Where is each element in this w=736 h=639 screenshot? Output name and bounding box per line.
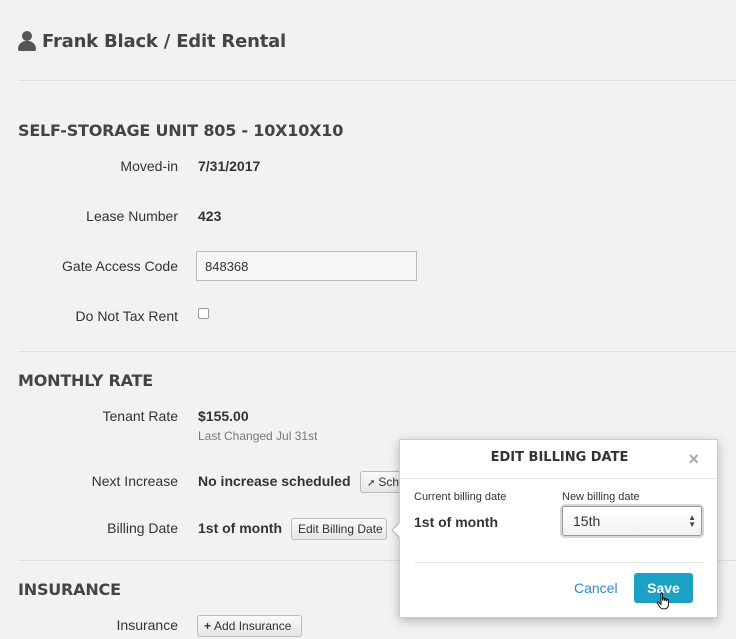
current-billing-date-value: 1st of month (414, 514, 498, 530)
popover-divider (400, 478, 717, 479)
divider (18, 351, 736, 352)
hand-cursor-icon (656, 592, 669, 610)
page-title: Frank Black / Edit Rental (42, 30, 287, 52)
new-billing-date-select[interactable]: 15th ▲ ▼ (562, 506, 702, 536)
do-not-tax-checkbox[interactable] (198, 308, 209, 319)
lease-number-label: Lease Number (86, 208, 178, 224)
popover-title: EDIT BILLING DATE (490, 450, 629, 465)
monthly-rate-section-title: MONTHLY RATE (18, 371, 153, 390)
popover-divider (414, 562, 703, 563)
tenant-rate-label: Tenant Rate (102, 408, 179, 424)
lease-number-value: 423 (198, 208, 222, 224)
new-billing-date-label: New billing date (562, 491, 640, 503)
do-not-tax-label: Do Not Tax Rent (75, 308, 178, 324)
gate-access-label: Gate Access Code (62, 258, 178, 274)
insurance-section-title: INSURANCE (18, 580, 121, 599)
user-icon (18, 31, 36, 51)
select-arrows-icon: ▲ ▼ (688, 513, 696, 529)
tenant-rate-value: $155.00 (198, 408, 249, 424)
popover-arrow-inner (393, 522, 401, 538)
edit-billing-date-button[interactable]: Edit Billing Date (291, 518, 387, 540)
next-increase-value: No increase scheduled (198, 473, 351, 489)
page-header: Frank Black / Edit Rental (18, 28, 286, 54)
cancel-link[interactable]: Cancel (574, 580, 618, 596)
divider (18, 80, 736, 81)
tenant-rate-last-changed: Last Changed Jul 31st (198, 429, 318, 443)
schedule-increase-button[interactable]: ➚ Sch (360, 471, 402, 493)
close-icon[interactable]: × (688, 450, 699, 468)
add-insurance-button[interactable]: + Add Insurance (197, 615, 302, 637)
insurance-label: Insurance (116, 617, 178, 633)
gate-access-code-input[interactable] (196, 251, 417, 281)
unit-section-title: SELF-STORAGE UNIT 805 - 10X10X10 (18, 121, 344, 140)
moved-in-value: 7/31/2017 (198, 158, 261, 174)
billing-date-label: Billing Date (107, 520, 178, 536)
trend-up-icon: ➚ (367, 478, 376, 489)
billing-date-value: 1st of month (198, 520, 282, 536)
moved-in-label: Moved-in (120, 158, 178, 174)
current-billing-date-label: Current billing date (414, 491, 507, 503)
plus-icon: + (204, 619, 212, 633)
next-increase-label: Next Increase (91, 473, 178, 489)
